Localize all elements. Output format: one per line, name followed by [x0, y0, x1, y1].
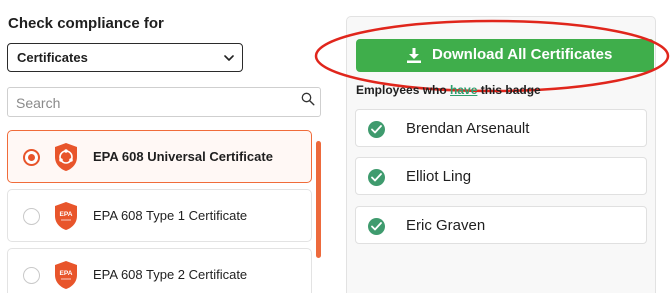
search-icon[interactable]: [301, 92, 315, 106]
certificate-list-scrollbar[interactable]: [316, 141, 321, 258]
check-circle-icon: [368, 218, 385, 235]
shield-badge-icon: EPA: [55, 202, 77, 230]
compliance-heading: Check compliance for: [8, 15, 164, 32]
search-input[interactable]: Search: [7, 87, 321, 117]
left-column: Check compliance for Certificates Search…: [0, 0, 330, 293]
badge-text: EPA: [60, 211, 73, 218]
certificate-radio[interactable]: [23, 208, 40, 225]
employees-have-link[interactable]: have: [450, 83, 477, 97]
certificate-item-epa-608-type-2[interactable]: EPA EPA 608 Type 2 Certificate: [7, 248, 312, 293]
employees-heading-prefix: Employees who: [356, 83, 451, 97]
download-all-certificates-button[interactable]: Download All Certificates: [356, 39, 654, 72]
chevron-down-icon: [224, 55, 234, 61]
certificate-name: EPA 608 Universal Certificate: [93, 149, 273, 164]
certificate-name: EPA 608 Type 1 Certificate: [93, 208, 248, 223]
employee-row[interactable]: Elliot Ling: [355, 157, 647, 195]
download-icon: [407, 48, 421, 63]
shield-badge-icon: [55, 143, 77, 171]
search-placeholder: Search: [16, 95, 61, 111]
employee-row[interactable]: Eric Graven: [355, 206, 647, 244]
shield-badge-icon: EPA: [55, 261, 77, 289]
certificate-radio-selected[interactable]: [23, 149, 40, 166]
employee-name: Elliot Ling: [406, 168, 472, 185]
certificate-name: EPA 608 Type 2 Certificate: [93, 267, 248, 282]
employee-row[interactable]: Brendan Arsenault: [355, 109, 647, 147]
employee-name: Eric Graven: [406, 217, 486, 234]
check-circle-icon: [368, 169, 385, 186]
employees-heading-suffix: this badge: [477, 83, 541, 97]
certificate-item-epa-608-universal[interactable]: EPA 608 Universal Certificate: [7, 130, 312, 183]
employee-name: Brendan Arsenault: [406, 120, 530, 137]
employees-section-heading: Employees who have this badge: [356, 83, 541, 97]
compliance-type-value: Certificates: [17, 50, 88, 65]
certificate-item-epa-608-type-1[interactable]: EPA EPA 608 Type 1 Certificate: [7, 189, 312, 242]
download-button-label: Download All Certificates: [432, 46, 613, 63]
check-circle-icon: [368, 121, 385, 138]
badge-text: EPA: [60, 270, 73, 277]
certificate-radio[interactable]: [23, 267, 40, 284]
certificate-list[interactable]: EPA 608 Universal Certificate EPA EPA 60…: [7, 130, 312, 293]
compliance-type-select[interactable]: Certificates: [7, 43, 243, 72]
